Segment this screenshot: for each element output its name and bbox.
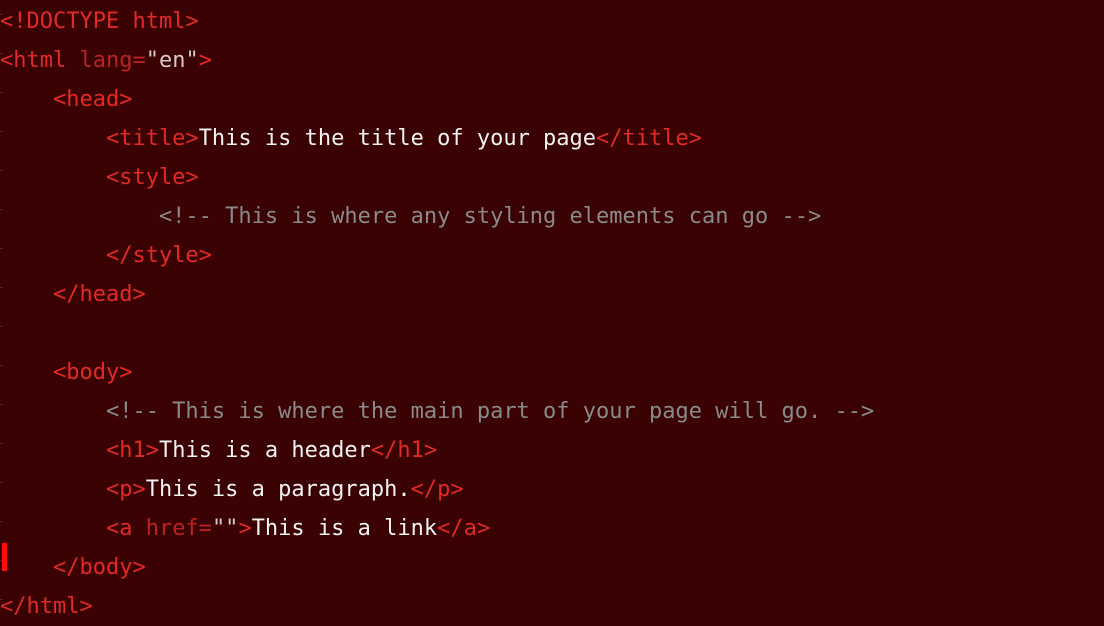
code-line[interactable]: <p>This is a paragraph.</p> (0, 470, 1104, 509)
code-line[interactable]: <html lang="en"> (0, 41, 1104, 80)
code-line[interactable]: <h1>This is a header</h1> (0, 431, 1104, 470)
token-tag: </head> (0, 282, 146, 307)
token-attrval: "" (211, 516, 239, 541)
code-line[interactable]: <head> (0, 80, 1104, 119)
token-tag: <head> (0, 87, 133, 112)
code-line[interactable]: <body> (0, 353, 1104, 392)
token-tag: <!DOCTYPE html> (0, 9, 199, 34)
code-content[interactable]: <!DOCTYPE html> <html lang="en"> <head> <… (0, 2, 1104, 626)
token-tag: </title> (596, 126, 703, 151)
token-text: This is a link (251, 516, 438, 541)
token-tag: </body> (0, 555, 146, 580)
code-line[interactable]: <a href="">This is a link</a> (0, 509, 1104, 548)
token-tag: > (238, 516, 252, 541)
token-tag: <a (0, 516, 146, 541)
token-text: This is the title of your page (198, 126, 597, 151)
code-line[interactable]: <style> (0, 158, 1104, 197)
token-tag: </p> (410, 477, 464, 502)
code-line[interactable]: <!-- This is where any styling elements … (0, 197, 1104, 236)
code-line[interactable]: </head> (0, 275, 1104, 314)
code-editor[interactable]: <!DOCTYPE html> <html lang="en"> <head> <… (0, 0, 1104, 619)
token-tag: </html> (0, 594, 93, 619)
token-tag: <html (0, 48, 80, 73)
code-line[interactable]: <title>This is the title of your page</t… (0, 119, 1104, 158)
token-tag: </style> (0, 243, 212, 268)
token-tag: <body> (0, 360, 133, 385)
token-attrval: "en" (145, 48, 199, 73)
token-text: This is a header (158, 438, 371, 463)
token-text: This is a paragraph. (145, 477, 411, 502)
token-tag: </a> (437, 516, 491, 541)
token-tag: <h1> (0, 438, 159, 463)
code-line[interactable] (0, 314, 1104, 353)
token-attr: href= (145, 516, 212, 541)
token-tag: <p> (0, 477, 146, 502)
token-attr: lang= (79, 48, 146, 73)
token-tag: > (198, 48, 212, 73)
token-tag: <title> (0, 126, 199, 151)
code-line[interactable]: <!-- This is where the main part of your… (0, 392, 1104, 431)
code-line[interactable]: </body> (0, 548, 1104, 587)
token-comment: <!-- This is where the main part of your… (0, 399, 875, 424)
token-tag: <style> (0, 165, 199, 190)
code-line[interactable]: </html> (0, 587, 1104, 626)
code-line[interactable]: </style> (0, 236, 1104, 275)
code-line[interactable]: <!DOCTYPE html> (0, 2, 1104, 41)
token-comment: <!-- This is where any styling elements … (0, 204, 822, 229)
token-tag: </h1> (370, 438, 438, 463)
